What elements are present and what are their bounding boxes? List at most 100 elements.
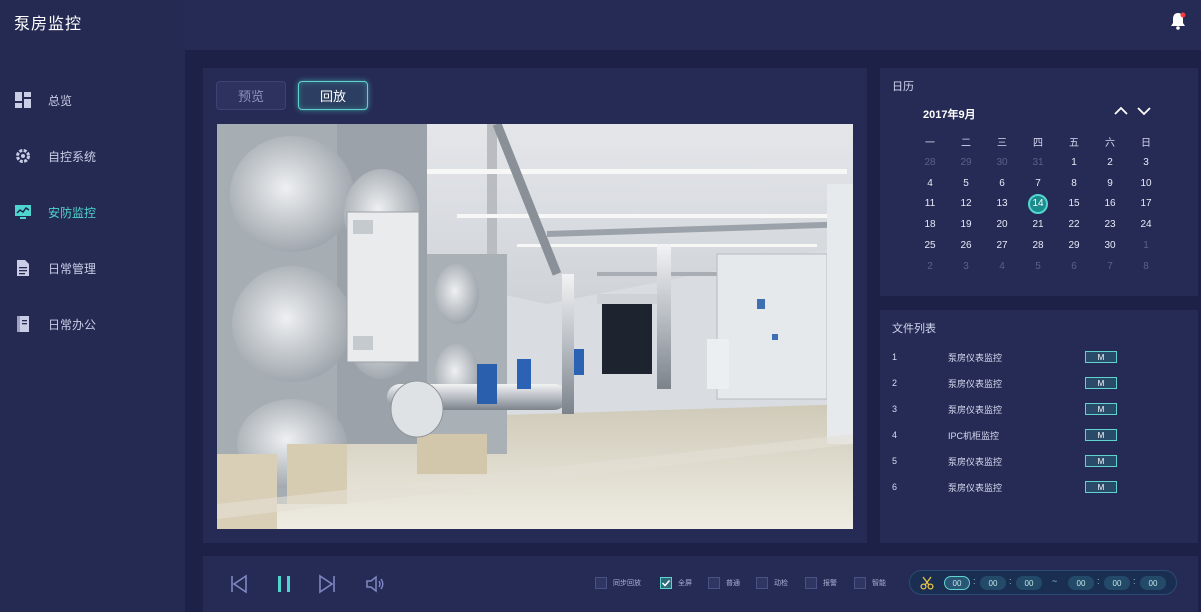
option-smart[interactable]: 智能 (854, 577, 886, 589)
calendar-day-number: 21 (1032, 219, 1044, 231)
file-list-panel: 文件列表 1 泵房仪表监控 M 2 泵房仪表监控 M 3 泵房仪表监控 M 4 IPC机柜监控 M 5 泵… (880, 310, 1198, 543)
end-second-field[interactable]: 00 (1140, 576, 1166, 590)
chevron-down-icon[interactable] (1136, 104, 1152, 118)
calendar-day[interactable]: 7 (1020, 173, 1056, 194)
calendar-day[interactable]: 8 (1056, 173, 1092, 194)
pause-icon[interactable] (273, 573, 295, 595)
calendar-day[interactable]: 25 (912, 235, 948, 256)
option-normal[interactable]: 普通 (708, 577, 740, 589)
file-action-button[interactable]: M (1085, 351, 1117, 363)
calendar-day[interactable]: 19 (948, 214, 984, 235)
file-name: 泵房仪表监控 (948, 482, 1003, 493)
calendar-day[interactable]: 13 (984, 194, 1020, 215)
calendar-day[interactable]: 15 (1056, 194, 1092, 215)
option-alarm[interactable]: 报警 (805, 577, 837, 589)
volume-icon[interactable] (364, 573, 386, 595)
time-separator: : (1009, 576, 1012, 586)
calendar-day[interactable]: 28 (1020, 235, 1056, 256)
calendar-day[interactable]: 28 (912, 152, 948, 173)
calendar-day[interactable]: 23 (1092, 214, 1128, 235)
time-range-bar: 00 : 00 : 00 ~ 00 : 00 : 00 (909, 570, 1177, 595)
end-hour-field[interactable]: 00 (1068, 576, 1094, 590)
calendar-day[interactable]: 4 (984, 256, 1020, 277)
calendar-month: 2017年9月 (923, 109, 976, 121)
calendar-day[interactable]: 31 (1020, 152, 1056, 173)
calendar-day[interactable]: 12 (948, 194, 984, 215)
skip-next-icon[interactable] (316, 573, 338, 595)
file-action-button[interactable]: M (1085, 429, 1117, 441)
calendar-day[interactable]: 6 (1056, 256, 1092, 277)
scissors-icon[interactable] (920, 576, 934, 590)
option-fullscreen[interactable]: 全屏 (660, 577, 692, 589)
playback-control-bar: 同步回放 全屏 普通 动检 报警 智能 00 : 00 : 00 ~ 00 : … (203, 556, 1198, 612)
sidebar-item-security[interactable]: 安防监控 (0, 184, 185, 240)
calendar-day[interactable]: 24 (1128, 214, 1164, 235)
calendar-day[interactable]: 3 (1128, 152, 1164, 173)
calendar-day[interactable]: 10 (1128, 173, 1164, 194)
end-minute-field[interactable]: 00 (1104, 576, 1130, 590)
file-list-item[interactable]: 3 泵房仪表监控 M (880, 396, 1198, 422)
calendar-day[interactable]: 2 (1092, 152, 1128, 173)
option-label: 普通 (726, 580, 740, 587)
calendar-day[interactable]: 5 (948, 173, 984, 194)
file-list-item[interactable]: 6 泵房仪表监控 M (880, 474, 1198, 500)
option-sync-playback[interactable]: 同步回放 (595, 577, 641, 589)
calendar-day[interactable]: 11 (912, 194, 948, 215)
checkbox (756, 577, 768, 589)
sidebar-item-office[interactable]: 日常办公 (0, 296, 185, 352)
video-player[interactable] (217, 124, 853, 529)
tab-preview[interactable]: 预览 (216, 81, 286, 110)
bell-icon[interactable] (1170, 12, 1186, 30)
calendar-day[interactable]: 29 (948, 152, 984, 173)
file-action-button[interactable]: M (1085, 455, 1117, 467)
file-list-item[interactable]: 1 泵房仪表监控 M (880, 344, 1198, 370)
file-action-button[interactable]: M (1085, 481, 1117, 493)
calendar-day-selected[interactable]: 14 (1020, 193, 1056, 215)
calendar-day[interactable]: 16 (1092, 194, 1128, 215)
calendar-day-number: 4 (999, 260, 1005, 272)
file-list-item[interactable]: 2 泵房仪表监控 M (880, 370, 1198, 396)
calendar-day[interactable]: 26 (948, 235, 984, 256)
tab-playback[interactable]: 回放 (298, 81, 368, 110)
file-name: 泵房仪表监控 (948, 378, 1003, 389)
sidebar-item-daily-management[interactable]: 日常管理 (0, 240, 185, 296)
calendar-day[interactable]: 9 (1092, 173, 1128, 194)
calendar-day-number: 23 (1104, 219, 1116, 231)
calendar-day[interactable]: 21 (1020, 214, 1056, 235)
calendar-day[interactable]: 1 (1056, 152, 1092, 173)
calendar-day[interactable]: 7 (1092, 256, 1128, 277)
calendar-day[interactable]: 1 (1128, 235, 1164, 256)
calendar-day[interactable]: 20 (984, 214, 1020, 235)
calendar-day[interactable]: 29 (1056, 235, 1092, 256)
calendar-day[interactable]: 30 (1092, 235, 1128, 256)
calendar-day[interactable]: 18 (912, 214, 948, 235)
option-motion-detect[interactable]: 动检 (756, 577, 788, 589)
file-action-button[interactable]: M (1085, 403, 1117, 415)
start-second-field[interactable]: 00 (1016, 576, 1042, 590)
calendar-day[interactable]: 4 (912, 173, 948, 194)
time-separator: : (1097, 576, 1100, 586)
sidebar-item-overview[interactable]: 总览 (0, 72, 185, 128)
calendar-day[interactable]: 8 (1128, 256, 1164, 277)
calendar-day[interactable]: 2 (912, 256, 948, 277)
chevron-up-icon[interactable] (1113, 104, 1129, 118)
calendar-day[interactable]: 17 (1128, 194, 1164, 215)
start-minute-field[interactable]: 00 (980, 576, 1006, 590)
file-list-item[interactable]: 5 泵房仪表监控 M (880, 448, 1198, 474)
calendar-day[interactable]: 27 (984, 235, 1020, 256)
calendar-day[interactable]: 3 (948, 256, 984, 277)
file-action-button[interactable]: M (1085, 377, 1117, 389)
sidebar-item-control-system[interactable]: 自控系统 (0, 128, 185, 184)
calendar-day[interactable]: 30 (984, 152, 1020, 173)
start-hour-field[interactable]: 00 (944, 576, 970, 590)
option-label: 全屏 (678, 580, 692, 587)
calendar-day-number: 17 (1140, 198, 1152, 210)
calendar-day[interactable]: 6 (984, 173, 1020, 194)
skip-previous-icon[interactable] (228, 573, 250, 595)
file-list-item[interactable]: 4 IPC机柜监控 M (880, 422, 1198, 448)
option-label: 动检 (774, 580, 788, 587)
calendar-day[interactable]: 5 (1020, 256, 1056, 277)
calendar-day[interactable]: 22 (1056, 214, 1092, 235)
calendar-day-number: 3 (1143, 156, 1149, 168)
calendar-days: 28 29 30 31 1 2 3 4 5 6 7 8 9 10 11 12 13 14 15 16 17 18 19 20 2… (912, 152, 1194, 277)
